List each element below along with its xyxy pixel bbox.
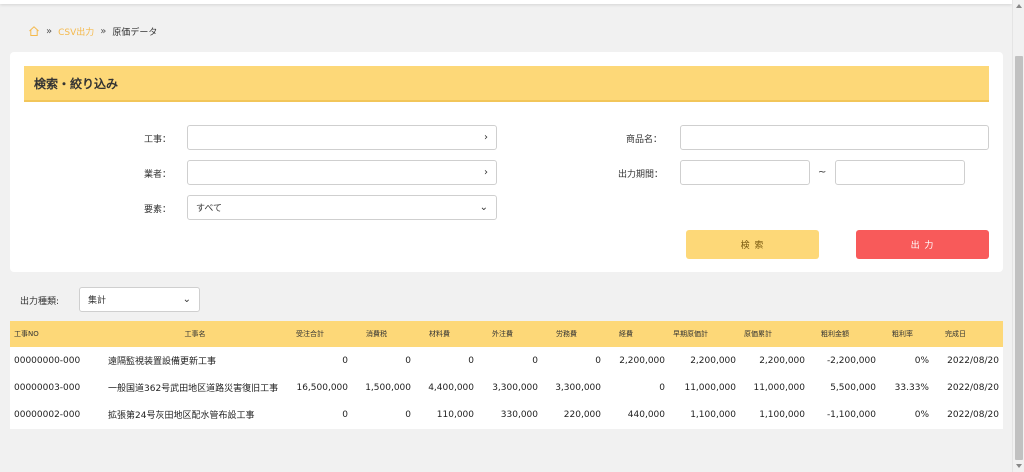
- vertical-scrollbar[interactable]: [1012, 0, 1024, 472]
- col-header: 工事NO: [14, 330, 39, 338]
- cell-early-cost: 1,100,000: [690, 409, 736, 420]
- element-select[interactable]: すべて ⌄: [187, 195, 497, 220]
- table-header-row: 工事NO 工事名 受注合計 消費税 材料費 外注費 労務費 経費 早期原価計 原…: [10, 321, 1003, 347]
- cell-order-total: 0: [342, 355, 348, 366]
- cell-gross-profit: -1,100,000: [826, 409, 876, 420]
- col-header: 受注合計: [296, 330, 324, 338]
- chevron-down-icon: ⌄: [182, 294, 191, 305]
- breadcrumb: » CSV出力 » 原価データ: [28, 24, 157, 38]
- cell-expense: 440,000: [627, 409, 665, 420]
- cell-tax: 0: [405, 409, 411, 420]
- cell-early-cost: 2,200,000: [690, 355, 736, 366]
- scrollbar-thumb[interactable]: [1015, 56, 1023, 460]
- col-header: 材料費: [429, 330, 450, 338]
- output-type-select[interactable]: 集計 ⌄: [79, 287, 200, 312]
- col-header: 工事名: [184, 330, 206, 338]
- home-icon[interactable]: [28, 25, 40, 37]
- cell-completion-date: 2022/08/20: [947, 409, 999, 420]
- cell-gross-margin: 0%: [914, 409, 929, 420]
- cell-gross-profit: -2,200,000: [826, 355, 876, 366]
- output-type-value: 集計: [88, 296, 107, 306]
- col-header: 経費: [619, 330, 633, 338]
- cell-tax: 1,500,000: [365, 382, 411, 393]
- col-header: 原価累計: [744, 330, 772, 338]
- search-card: 検索・絞り込み 工事： › 業者： › 要素： すべて ⌄ 商品名： 出力期間：…: [10, 52, 1003, 272]
- chevron-down-icon: ⌄: [479, 202, 488, 213]
- cell-gross-profit: 5,500,000: [830, 382, 876, 393]
- cell-order-total: 0: [342, 409, 348, 420]
- output-type-label: 出力種類:: [20, 297, 60, 307]
- cell-gross-margin: 33.33%: [894, 382, 929, 393]
- cell-early-cost: 11,000,000: [684, 382, 736, 393]
- breadcrumb-current: 原価データ: [112, 27, 158, 38]
- cell-project-no: 00000000-000: [14, 355, 81, 366]
- cell-completion-date: 2022/08/20: [947, 382, 999, 393]
- cell-material: 0: [468, 355, 474, 366]
- cell-expense: 2,200,000: [619, 355, 665, 366]
- vendor-label: 業者：: [144, 170, 172, 180]
- project-select[interactable]: ›: [187, 125, 497, 150]
- cell-labor: 220,000: [563, 409, 601, 420]
- vendor-select[interactable]: ›: [187, 160, 497, 185]
- breadcrumb-separator: »: [46, 25, 53, 37]
- col-header: 消費税: [366, 330, 387, 338]
- cell-completion-date: 2022/08/20: [947, 355, 999, 366]
- col-header: 粗利金額: [821, 330, 849, 338]
- col-header: 早期原価計: [673, 330, 708, 338]
- cell-cost-total: 2,200,000: [759, 355, 805, 366]
- cell-material: 4,400,000: [428, 382, 474, 393]
- cell-cost-total: 11,000,000: [753, 382, 805, 393]
- product-input[interactable]: [680, 125, 989, 150]
- col-header: 外注費: [492, 330, 513, 338]
- cell-project-name: 遠隔監視装置設備更新工事: [108, 357, 217, 367]
- cell-labor: 3,300,000: [555, 382, 601, 393]
- chevron-right-icon: ›: [484, 132, 488, 143]
- col-header: 完成日: [945, 330, 966, 338]
- table-row[interactable]: 00000002-000 拡張第24号灰田地区配水管布設工事 0 0 110,0…: [10, 401, 1003, 428]
- table-row[interactable]: 00000000-000 遠隔監視装置設備更新工事 0 0 0 0 0 2,20…: [10, 347, 1003, 374]
- breadcrumb-link-csv[interactable]: CSV出力: [58, 25, 94, 38]
- cell-cost-total: 1,100,000: [759, 409, 805, 420]
- element-label: 要素：: [144, 205, 172, 215]
- cell-order-total: 16,500,000: [296, 382, 348, 393]
- cell-labor: 0: [595, 355, 601, 366]
- search-button[interactable]: 検 索: [686, 230, 819, 259]
- cell-tax: 0: [405, 355, 411, 366]
- cost-table: 工事NO 工事名 受注合計 消費税 材料費 外注費 労務費 経費 早期原価計 原…: [10, 321, 1003, 429]
- scroll-up-icon[interactable]: [1016, 4, 1022, 8]
- cell-project-name: 一般国道362号武田地区道路災害復旧工事: [108, 384, 279, 394]
- cell-material: 110,000: [436, 409, 474, 420]
- col-header: 労務費: [556, 330, 577, 338]
- chevron-right-icon: ›: [484, 167, 488, 178]
- product-label: 商品名：: [626, 135, 663, 145]
- element-select-value: すべて: [196, 204, 223, 214]
- cell-project-no: 00000002-000: [14, 409, 81, 420]
- table-row[interactable]: 00000003-000 一般国道362号武田地区道路災害復旧工事 16,500…: [10, 374, 1003, 401]
- period-separator: ~: [818, 167, 827, 178]
- cell-outsourcing: 0: [532, 355, 538, 366]
- cell-project-name: 拡張第24号灰田地区配水管布設工事: [108, 411, 255, 421]
- period-end-input[interactable]: [835, 160, 965, 185]
- cell-gross-margin: 0%: [914, 355, 929, 366]
- col-header: 粗利率: [892, 330, 913, 338]
- project-label: 工事：: [144, 135, 172, 145]
- cell-project-no: 00000003-000: [14, 382, 81, 393]
- period-start-input[interactable]: [680, 160, 810, 185]
- breadcrumb-separator: »: [100, 25, 107, 37]
- search-panel-title: 検索・絞り込み: [24, 66, 989, 102]
- top-bar: [0, 0, 1012, 4]
- cell-expense: 0: [659, 382, 665, 393]
- output-button[interactable]: 出 力: [856, 230, 989, 259]
- period-label: 出力期間：: [618, 170, 664, 180]
- cell-outsourcing: 330,000: [500, 409, 538, 420]
- scroll-down-icon[interactable]: [1016, 464, 1022, 468]
- cell-outsourcing: 3,300,000: [492, 382, 538, 393]
